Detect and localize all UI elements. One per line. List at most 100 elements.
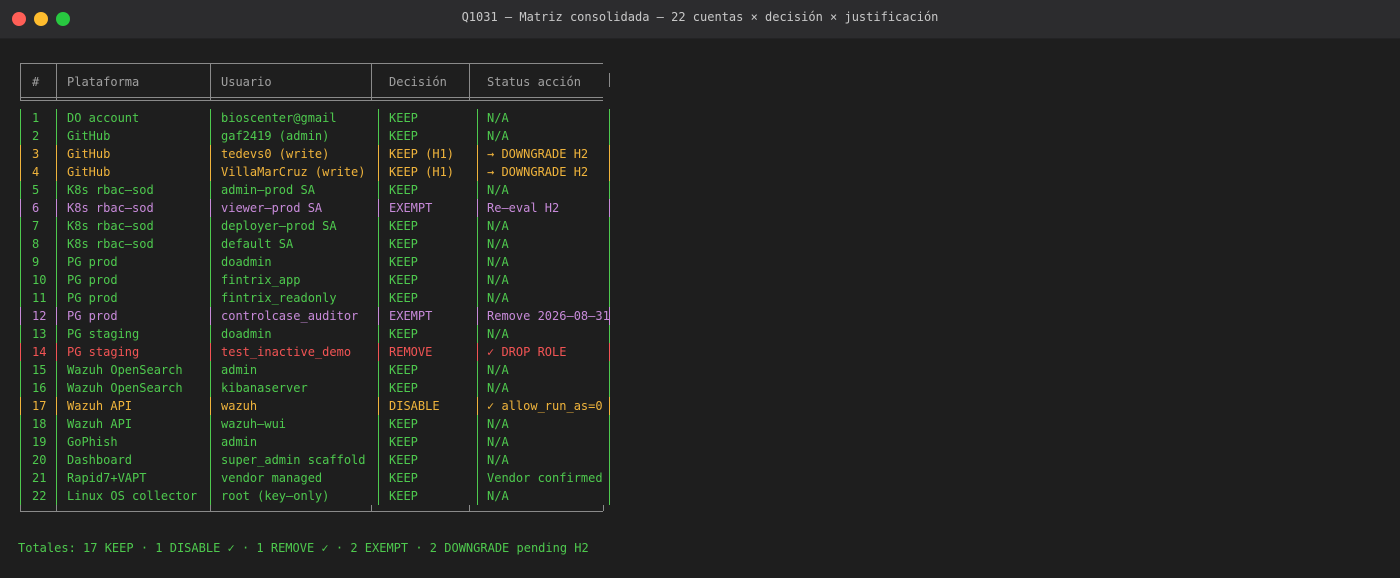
row-divider [378,415,379,433]
row-divider [609,325,610,343]
cell-platform: K8s rbac–sod [67,219,154,233]
row-divider [20,127,21,145]
row-divider [20,109,21,127]
cell-decision: KEEP [389,363,418,377]
cell-n: 15 [32,363,47,377]
row-divider [56,217,57,235]
row-divider [210,361,211,379]
cell-status: N/A [487,417,509,431]
row-divider [609,415,610,433]
row-divider [378,127,379,145]
cell-decision: KEEP [389,111,418,125]
table-header-divider [371,63,372,100]
row-divider [20,289,21,307]
cell-user: super_admin scaffold [221,453,366,467]
cell-user: fintrix_readonly [221,291,337,305]
terminal-window: Q1031 — Matriz consolidada — 22 cuentas … [0,0,1400,578]
cell-decision: KEEP [389,291,418,305]
row-divider [56,235,57,253]
row-divider [477,199,478,217]
row-divider [210,433,211,451]
row-divider [210,307,211,325]
cell-status: N/A [487,129,509,143]
row-divider [210,217,211,235]
cell-n: 9 [32,255,40,269]
row-divider [210,451,211,469]
row-divider [378,469,379,487]
column-header: Decisión [389,75,447,89]
row-divider [20,217,21,235]
row-divider [20,415,21,433]
table-header-divider [210,63,211,100]
table-header-separator [20,97,603,98]
cell-n: 21 [32,471,47,485]
cell-platform: Wazuh OpenSearch [67,363,183,377]
table-header-divider [469,63,470,100]
cell-user: wazuh–wui [221,417,287,431]
cell-status: → DOWNGRADE H2 [487,165,589,179]
row-divider [477,289,478,307]
cell-status: ✓ DROP ROLE [487,345,567,359]
cell-n: 16 [32,381,47,395]
cell-status: N/A [487,435,509,449]
row-divider [20,163,21,181]
cell-platform: GitHub [67,129,111,143]
row-divider [378,253,379,271]
row-divider [378,199,379,217]
terminal-output[interactable]: # Plataforma Usuario Decisión Status acción 1… [0,39,1400,578]
row-divider [378,145,379,163]
row-divider [210,199,211,217]
cell-n: 20 [32,453,47,467]
cell-status: → DOWNGRADE H2 [487,147,589,161]
cell-decision: KEEP [389,273,418,287]
row-divider [477,271,478,289]
row-divider [378,325,379,343]
cell-status: N/A [487,273,509,287]
cell-n: 1 [32,111,40,125]
cell-n: 6 [32,201,40,215]
row-divider [210,415,211,433]
cell-decision: KEEP [389,489,418,503]
cell-n: 17 [32,399,47,413]
row-divider [609,397,610,415]
row-divider [20,343,21,361]
row-divider [609,289,610,307]
cell-status: Remove 2026–08–31 [487,309,610,323]
row-divider [20,397,21,415]
cell-platform: K8s rbac–sod [67,237,154,251]
cell-status: N/A [487,381,509,395]
row-divider [477,127,478,145]
row-divider [609,343,610,361]
cell-n: 5 [32,183,40,197]
row-divider [56,451,57,469]
row-divider [609,217,610,235]
row-divider [56,469,57,487]
cell-decision: KEEP [389,417,418,431]
table-bottom-border [20,511,603,512]
row-divider [378,181,379,199]
row-divider [378,343,379,361]
cell-n: 19 [32,435,47,449]
row-divider [210,163,211,181]
table-bottom-stub [469,505,470,511]
cell-platform: Linux OS collector [67,489,198,503]
cell-platform: GitHub [67,165,111,179]
row-divider [477,145,478,163]
row-divider [609,181,610,199]
row-divider [210,343,211,361]
row-divider [20,361,21,379]
row-divider [20,253,21,271]
row-divider [56,181,57,199]
row-divider [609,253,610,271]
row-divider [56,307,57,325]
row-divider [378,487,379,505]
cell-platform: PG staging [67,327,140,341]
row-divider [56,163,57,181]
cell-user: doadmin [221,327,272,341]
table-header-divider [20,63,21,100]
row-divider [477,163,478,181]
row-divider [56,253,57,271]
table-bottom-stub [56,505,57,511]
cell-platform: PG staging [67,345,140,359]
cell-n: 18 [32,417,47,431]
